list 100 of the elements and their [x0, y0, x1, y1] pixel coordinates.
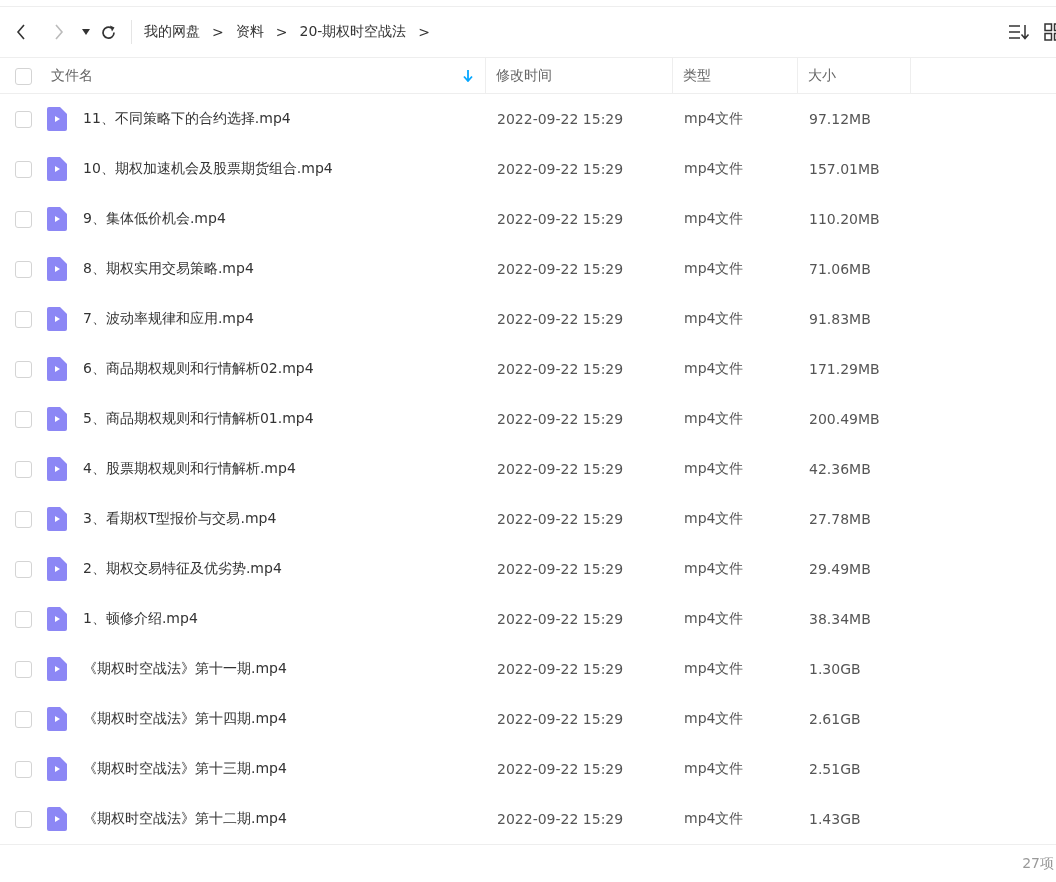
column-header[interactable]: 大小	[798, 58, 911, 94]
modified-time: 2022-09-22 15:29	[496, 661, 625, 677]
file-type: mp4文件	[683, 510, 745, 528]
file-type: mp4文件	[683, 760, 745, 778]
column-header[interactable]: 类型	[673, 58, 798, 94]
checkbox[interactable]	[15, 110, 32, 128]
sort-icon[interactable]	[1008, 24, 1030, 40]
video-file-icon	[47, 407, 67, 431]
video-file-icon	[47, 157, 67, 181]
file-type: mp4文件	[683, 710, 745, 728]
back-icon[interactable]	[16, 24, 26, 40]
dropdown-caret-icon[interactable]	[82, 29, 90, 35]
file-type: mp4文件	[683, 810, 745, 828]
checkbox[interactable]	[15, 160, 32, 178]
modified-time: 2022-09-22 15:29	[496, 811, 625, 827]
video-file-icon	[47, 657, 67, 681]
breadcrumb-link[interactable]: 20-期权时空战法	[299, 23, 407, 41]
file-type: mp4文件	[683, 560, 745, 578]
file-type: mp4文件	[683, 360, 745, 378]
checkbox[interactable]	[15, 67, 32, 85]
file-size: 157.01MB	[808, 161, 881, 177]
checkbox[interactable]	[15, 760, 32, 778]
checkbox[interactable]	[15, 560, 32, 578]
file-name[interactable]: 7、波动率规律和应用.mp4	[83, 310, 254, 328]
modified-time: 2022-09-22 15:29	[496, 511, 625, 527]
file-name[interactable]: 11、不同策略下的合约选择.mp4	[83, 110, 291, 128]
file-type: mp4文件	[683, 160, 745, 178]
modified-time: 2022-09-22 15:29	[496, 161, 625, 177]
breadcrumb-link[interactable]: 我的网盘	[144, 23, 200, 41]
breadcrumb-separator: >	[418, 24, 431, 40]
column-header[interactable]: 文件名	[47, 58, 486, 94]
file-type: mp4文件	[683, 310, 745, 328]
forward-icon[interactable]	[54, 24, 64, 40]
file-name[interactable]: 4、股票期权规则和行情解析.mp4	[83, 460, 296, 478]
modified-time: 2022-09-22 15:29	[496, 311, 625, 327]
file-size: 71.06MB	[808, 261, 872, 277]
checkbox[interactable]	[15, 210, 32, 228]
column-header[interactable]: 修改时间	[486, 58, 673, 94]
modified-time: 2022-09-22 15:29	[496, 111, 625, 127]
file-size: 2.51GB	[808, 761, 862, 777]
file-type: mp4文件	[683, 610, 745, 628]
checkbox[interactable]	[15, 810, 32, 828]
breadcrumb-separator: >	[212, 24, 224, 40]
file-size: 110.20MB	[808, 211, 881, 227]
checkbox[interactable]	[15, 510, 32, 528]
file-size: 200.49MB	[808, 411, 881, 427]
file-name[interactable]: 6、商品期权规则和行情解析02.mp4	[83, 360, 314, 378]
file-name[interactable]: 《期权时空战法》第十三期.mp4	[83, 760, 287, 778]
file-name[interactable]: 《期权时空战法》第十四期.mp4	[83, 710, 287, 728]
file-type: mp4文件	[683, 110, 745, 128]
breadcrumb-separator: >	[275, 24, 288, 40]
video-file-icon	[47, 307, 67, 331]
file-name[interactable]: 1、顿修介绍.mp4	[83, 610, 198, 628]
file-name[interactable]: 《期权时空战法》第十二期.mp4	[83, 810, 287, 828]
modified-time: 2022-09-22 15:29	[496, 361, 625, 377]
file-name[interactable]: 8、期权实用交易策略.mp4	[83, 260, 254, 278]
refresh-icon[interactable]	[100, 23, 117, 41]
modified-time: 2022-09-22 15:29	[496, 561, 625, 577]
checkbox[interactable]	[15, 710, 32, 728]
video-file-icon	[47, 557, 67, 581]
checkbox[interactable]	[15, 460, 32, 478]
video-file-icon	[47, 807, 67, 831]
file-type: mp4文件	[683, 660, 745, 678]
checkbox[interactable]	[15, 410, 32, 428]
file-name[interactable]: 2、期权交易特征及优劣势.mp4	[83, 560, 282, 578]
video-file-icon	[47, 107, 67, 131]
checkbox[interactable]	[15, 610, 32, 628]
file-size: 1.43GB	[808, 811, 862, 827]
video-file-icon	[47, 457, 67, 481]
checkbox[interactable]	[15, 260, 32, 278]
video-file-icon	[47, 207, 67, 231]
item-count: 27项	[1022, 854, 1054, 873]
file-name[interactable]: 3、看期权T型报价与交易.mp4	[83, 510, 277, 528]
file-size: 2.61GB	[808, 711, 862, 727]
file-name[interactable]: 9、集体低价机会.mp4	[83, 210, 226, 228]
video-file-icon	[47, 507, 67, 531]
modified-time: 2022-09-22 15:29	[496, 711, 625, 727]
modified-time: 2022-09-22 15:29	[496, 411, 625, 427]
video-file-icon	[47, 757, 67, 781]
file-size: 1.30GB	[808, 661, 862, 677]
file-size: 27.78MB	[808, 511, 872, 527]
video-file-icon	[47, 707, 67, 731]
video-file-icon	[47, 257, 67, 281]
file-size: 97.12MB	[808, 111, 872, 127]
breadcrumb-link[interactable]: 资料	[235, 23, 264, 41]
modified-time: 2022-09-22 15:29	[496, 461, 625, 477]
file-name[interactable]: 《期权时空战法》第十一期.mp4	[83, 660, 287, 678]
checkbox[interactable]	[15, 360, 32, 378]
file-size: 42.36MB	[808, 461, 872, 477]
checkbox[interactable]	[15, 310, 32, 328]
file-name[interactable]: 10、期权加速机会及股票期货组合.mp4	[83, 160, 333, 178]
file-name[interactable]: 5、商品期权规则和行情解析01.mp4	[83, 410, 314, 428]
file-size: 91.83MB	[808, 311, 872, 327]
file-size: 29.49MB	[808, 561, 872, 577]
modified-time: 2022-09-22 15:29	[496, 261, 625, 277]
checkbox[interactable]	[15, 660, 32, 678]
file-type: mp4文件	[683, 260, 745, 278]
file-size: 171.29MB	[808, 361, 881, 377]
modified-time: 2022-09-22 15:29	[496, 761, 625, 777]
video-file-icon	[47, 607, 67, 631]
